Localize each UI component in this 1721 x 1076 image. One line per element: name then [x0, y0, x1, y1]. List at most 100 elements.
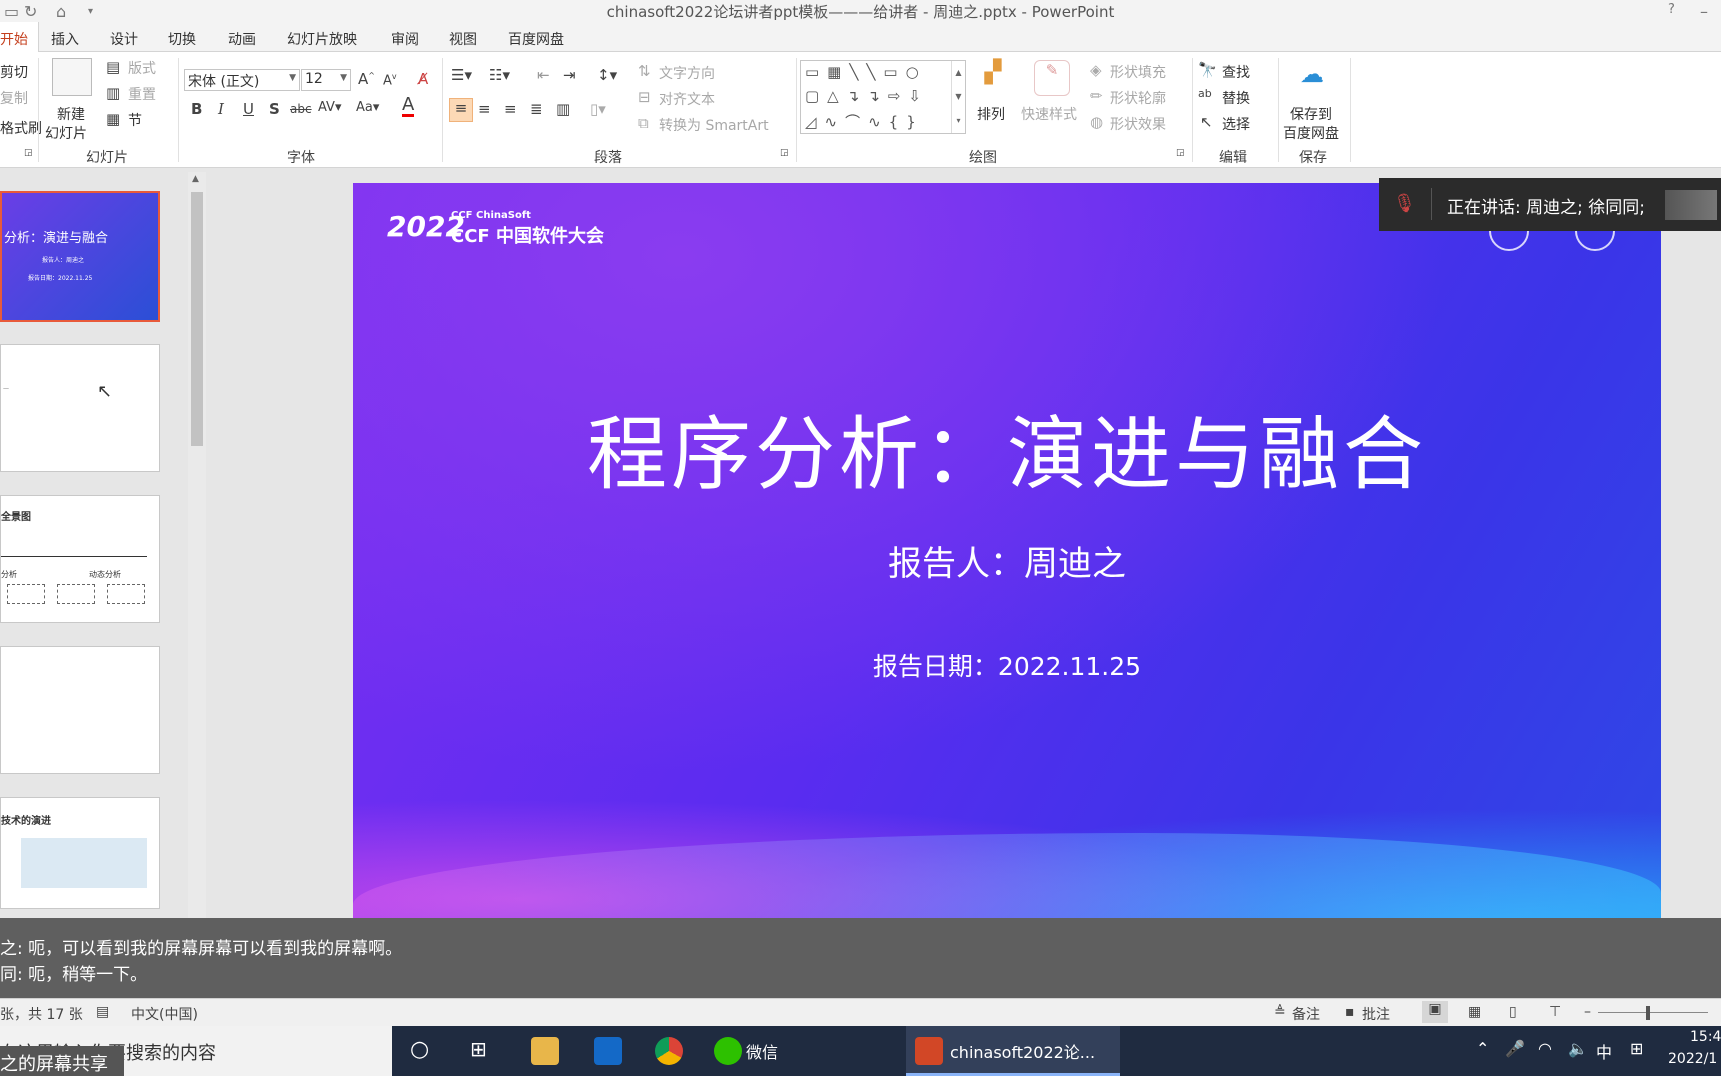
- arrange-button[interactable]: 排列: [977, 104, 1005, 124]
- tab-home[interactable]: 开始: [0, 22, 39, 53]
- tab-transitions[interactable]: 切换: [168, 29, 196, 49]
- save-to-label-1[interactable]: 保存到: [1290, 104, 1332, 124]
- copy-button[interactable]: 复制: [0, 88, 28, 108]
- numbering-icon[interactable]: ☷▾: [489, 66, 510, 84]
- tab-view[interactable]: 视图: [449, 29, 477, 49]
- align-text-button[interactable]: 对齐文本: [659, 89, 715, 109]
- zoom-slider-thumb[interactable]: [1646, 1006, 1650, 1020]
- slide-thumbnail-2[interactable]: — ↖: [0, 344, 160, 472]
- section-button[interactable]: 节: [128, 110, 142, 130]
- quick-styles-button[interactable]: 快速样式: [1021, 104, 1077, 124]
- align-right-icon[interactable]: ≡: [504, 100, 517, 118]
- format-painter-button[interactable]: 格式刷: [0, 118, 42, 138]
- spellcheck-icon[interactable]: ▤: [96, 1004, 109, 1020]
- shape-row-1[interactable]: ▭▦╲╲▭○: [805, 63, 927, 81]
- slide-thumbnail-4[interactable]: [0, 646, 160, 774]
- dialog-launcher-icon[interactable]: ◲: [24, 148, 33, 158]
- wechat-label[interactable]: 微信: [746, 1039, 778, 1063]
- reading-view-icon[interactable]: ▯: [1509, 1004, 1517, 1020]
- gallery-scroll[interactable]: ▲ ▼ ▾: [951, 61, 965, 133]
- zoom-out-icon[interactable]: –: [1584, 1004, 1591, 1020]
- strikethrough-icon[interactable]: abc: [290, 102, 312, 116]
- shape-fill-button[interactable]: 形状填充: [1110, 62, 1166, 82]
- clock-date[interactable]: 2022/1: [1668, 1051, 1717, 1067]
- thumbnail-scrollbar[interactable]: ▲: [188, 172, 206, 1000]
- clear-format-icon[interactable]: A̸: [418, 70, 428, 88]
- scroll-up-icon[interactable]: ▲: [192, 174, 199, 184]
- tab-baidu[interactable]: 百度网盘: [508, 29, 564, 49]
- smartart-button[interactable]: 转换为 SmartArt: [659, 115, 769, 135]
- columns-icon[interactable]: ▯▾: [590, 100, 606, 118]
- select-button[interactable]: 选择: [1222, 114, 1250, 134]
- ppt-taskbar-item[interactable]: chinasoft2022论...: [906, 1026, 1120, 1076]
- distribute-icon[interactable]: ▥: [556, 100, 570, 118]
- text-direction-button[interactable]: 文字方向: [659, 63, 715, 83]
- replace-button[interactable]: 替换: [1222, 88, 1250, 108]
- decrease-indent-icon[interactable]: ⇤: [537, 66, 550, 84]
- slide-sorter-icon[interactable]: ▦: [1468, 1004, 1481, 1020]
- shrink-font-icon[interactable]: Av: [383, 72, 397, 88]
- slide-thumbnail-5[interactable]: 技术的演进: [0, 797, 160, 909]
- char-spacing-icon[interactable]: AV▾: [318, 100, 341, 115]
- dialog-launcher-icon[interactable]: ◲: [1176, 148, 1185, 158]
- font-name-combo[interactable]: 宋体 (正文) ▼: [184, 69, 300, 91]
- shapes-gallery[interactable]: ▭▦╲╲▭○ ▢△↴↴⇨⇩ ◿∿⌒∿{} ▲ ▼ ▾: [800, 60, 966, 134]
- italic-icon[interactable]: I: [218, 100, 224, 118]
- tab-animations[interactable]: 动画: [228, 29, 256, 49]
- main-slide[interactable]: 2022 CCF ChinaSoft CCF 中国软件大会 程序分析：演进与融合…: [353, 183, 1661, 918]
- minimize-icon[interactable]: –: [1700, 2, 1708, 21]
- cut-button[interactable]: 剪切: [0, 62, 28, 82]
- save-to-label-2[interactable]: 百度网盘: [1283, 123, 1339, 143]
- change-case-icon[interactable]: Aa▾: [356, 100, 379, 115]
- outlook-icon[interactable]: [594, 1037, 622, 1065]
- line-spacing-icon[interactable]: ↕▾: [597, 66, 617, 84]
- slideshow-icon[interactable]: ⊤: [1549, 1004, 1561, 1020]
- tab-insert[interactable]: 插入: [51, 29, 79, 49]
- tab-design[interactable]: 设计: [110, 29, 138, 49]
- layout-button[interactable]: 版式: [128, 58, 156, 78]
- new-slide-label-2[interactable]: 幻灯片: [45, 123, 87, 143]
- bold-icon[interactable]: B: [191, 100, 202, 118]
- font-size-combo[interactable]: 12 ▼: [301, 69, 351, 91]
- justify-icon[interactable]: ≣: [530, 100, 543, 118]
- notes-button[interactable]: 备注: [1292, 1004, 1320, 1024]
- wifi-icon[interactable]: ◠: [1538, 1039, 1552, 1058]
- shape-outline-button[interactable]: 形状轮廓: [1110, 88, 1166, 108]
- align-left-icon[interactable]: ≡: [449, 98, 473, 122]
- chrome-icon[interactable]: [655, 1037, 683, 1065]
- shape-row-3[interactable]: ◿∿⌒∿{}: [805, 111, 924, 132]
- underline-icon[interactable]: U: [243, 100, 254, 118]
- normal-view-icon[interactable]: ▣: [1422, 1001, 1448, 1023]
- font-color-icon[interactable]: A: [402, 96, 415, 117]
- clock-time[interactable]: 15:4: [1690, 1029, 1721, 1045]
- increase-indent-icon[interactable]: ⇥: [563, 66, 576, 84]
- wechat-icon[interactable]: [714, 1037, 742, 1065]
- tab-slideshow[interactable]: 幻灯片放映: [287, 29, 357, 49]
- bullets-icon[interactable]: ☰▾: [451, 66, 472, 84]
- find-button[interactable]: 查找: [1222, 62, 1250, 82]
- slide-thumbnail-1[interactable]: 分析：演进与融合 报告人：周迪之 报告日期：2022.11.25: [0, 191, 160, 322]
- volume-icon[interactable]: 🔈: [1568, 1039, 1588, 1058]
- align-center-icon[interactable]: ≡: [478, 100, 491, 118]
- new-slide-label-1[interactable]: 新建: [57, 104, 85, 124]
- microphone-icon[interactable]: 🎤: [1505, 1039, 1525, 1058]
- zoom-slider[interactable]: [1598, 1012, 1708, 1013]
- help-icon[interactable]: ?: [1668, 2, 1675, 17]
- comments-button[interactable]: 批注: [1362, 1004, 1390, 1024]
- scroll-thumb[interactable]: [191, 192, 203, 446]
- tab-review[interactable]: 审阅: [391, 29, 419, 49]
- new-slide-icon[interactable]: [52, 58, 92, 96]
- grow-font-icon[interactable]: A^: [358, 70, 375, 88]
- task-view-icon[interactable]: ⊞: [470, 1037, 487, 1061]
- cortana-icon[interactable]: ○: [410, 1037, 429, 1062]
- slide-thumbnail-3[interactable]: 全景图 分析 动态分析: [0, 495, 160, 623]
- shadow-icon[interactable]: S: [269, 100, 280, 118]
- keyboard-icon[interactable]: ⊞: [1630, 1039, 1643, 1058]
- shape-effects-button[interactable]: 形状效果: [1110, 114, 1166, 134]
- file-explorer-icon[interactable]: [531, 1037, 559, 1065]
- chevron-up-icon[interactable]: ⌃: [1476, 1039, 1489, 1058]
- dialog-launcher-icon[interactable]: ◲: [780, 148, 789, 158]
- shape-row-2[interactable]: ▢△↴↴⇨⇩: [805, 87, 929, 105]
- language-status[interactable]: 中文(中国): [131, 1004, 198, 1024]
- reset-button[interactable]: 重置: [128, 84, 156, 104]
